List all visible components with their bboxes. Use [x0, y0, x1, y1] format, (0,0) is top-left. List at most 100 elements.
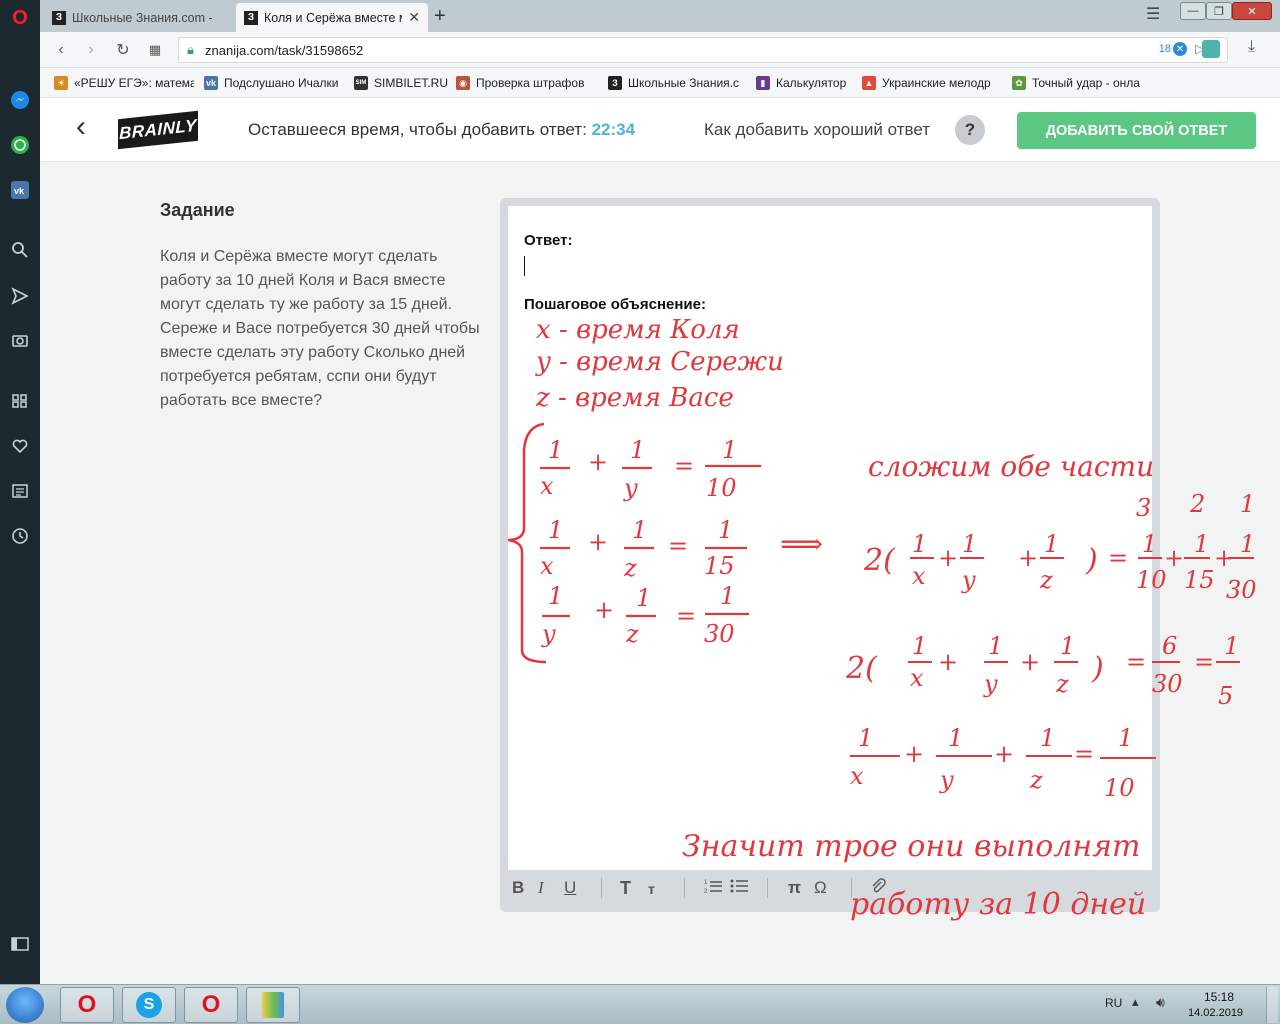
news-icon[interactable]: [10, 481, 30, 501]
svg-text:15: 15: [1184, 566, 1215, 594]
clock-date[interactable]: 14.02.2019: [1188, 1007, 1243, 1019]
svg-text:1: 1: [1240, 530, 1255, 558]
pi-button[interactable]: π: [788, 878, 801, 898]
time-remaining: Оставшееся время, чтобы добавить ответ: …: [248, 120, 636, 139]
address-bar[interactable]: 🔒︎ znanija.com/task/31598652 18 ✕ ▷ ♡: [178, 37, 1228, 63]
speed-dial-icon[interactable]: [10, 391, 30, 411]
omega-button[interactable]: Ω: [814, 878, 827, 898]
history-icon[interactable]: [10, 526, 30, 546]
bookmarks-bar: ☀ «РЕШУ ЕГЭ»: матема vk Подслушано Ичалки …: [40, 68, 1280, 98]
download-icon[interactable]: ⤓: [1248, 38, 1255, 56]
taskbar-opera-2[interactable]: O: [184, 987, 238, 1023]
tray-arrow-icon[interactable]: ▴: [1132, 994, 1139, 1010]
search-icon[interactable]: [10, 240, 30, 260]
opera-sidebar: O vk: [0, 0, 40, 984]
tab-title: Школьные Знания.com -: [72, 10, 212, 25]
answer-label: Ответ:: [524, 232, 573, 249]
tab-menu-icon[interactable]: ☰: [1146, 4, 1160, 24]
heart-icon[interactable]: [10, 436, 30, 456]
bookmark-item[interactable]: ✿ Точный удар - онла: [1012, 74, 1156, 92]
bookmark-item[interactable]: ☀ «РЕШУ ЕГЭ»: матема: [54, 74, 194, 92]
bookmark-item[interactable]: З Школьные Знания.c: [608, 74, 744, 92]
taskbar-paint[interactable]: [246, 987, 300, 1023]
svg-text:6: 6: [1162, 632, 1177, 660]
clock-time[interactable]: 15:18: [1204, 990, 1234, 1004]
tab-title: Коля и Серёжа вместе мо: [264, 10, 403, 25]
bullet-list-icon[interactable]: [730, 878, 748, 899]
toolbar-divider: [767, 878, 768, 898]
answer-editor: Ответ: Пошаговое объяснение: B I U T т 1…: [500, 198, 1160, 912]
ordered-list-icon[interactable]: 12: [704, 878, 722, 899]
minimize-button[interactable]: —: [1180, 2, 1206, 20]
add-answer-button[interactable]: ДОБАВИТЬ СВОЙ ОТВЕТ: [1017, 112, 1256, 149]
tab-znanija[interactable]: З Школьные Знания.com -: [44, 3, 234, 32]
help-icon[interactable]: ?: [955, 115, 985, 145]
italic-button[interactable]: I: [538, 878, 544, 898]
calculator-icon: ▮: [756, 76, 770, 90]
back-icon[interactable]: ‹: [50, 40, 72, 60]
tab-strip: З Школьные Знания.com - З Коля и Серёжа …: [40, 0, 1280, 32]
svg-text:1: 1: [1224, 632, 1239, 660]
text-big-button[interactable]: T: [620, 878, 631, 899]
toolbar-divider: [684, 878, 685, 898]
attachment-icon[interactable]: [870, 878, 886, 899]
brainly-logo[interactable]: BRAINLY: [118, 110, 198, 150]
taskbar-opera[interactable]: O: [60, 987, 114, 1023]
camera-icon[interactable]: [10, 330, 30, 350]
tabs-grid-icon[interactable]: ▦: [144, 40, 166, 60]
timer-value: 22:34: [591, 120, 636, 139]
show-desktop-button[interactable]: [1266, 987, 1278, 1023]
new-tab-icon[interactable]: +: [434, 5, 446, 28]
bold-button[interactable]: B: [512, 878, 524, 898]
paint-icon: [262, 992, 284, 1018]
opera-logo-icon[interactable]: O: [10, 8, 30, 28]
sidebar-toggle-icon[interactable]: [10, 934, 30, 954]
svg-text:2: 2: [1189, 490, 1205, 518]
taskbar-skype[interactable]: S: [122, 987, 176, 1023]
language-indicator[interactable]: RU: [1105, 996, 1122, 1010]
vpn-icon[interactable]: [1202, 40, 1220, 58]
svg-text:+: +: [1164, 544, 1184, 572]
back-chevron-icon[interactable]: ‹: [76, 112, 86, 142]
close-tab-icon[interactable]: ✕: [408, 9, 420, 26]
adblock-icon[interactable]: ✕: [1173, 42, 1187, 56]
lock-icon: 🔒︎: [187, 42, 194, 57]
znanija-favicon-icon: З: [244, 10, 258, 25]
editor-content[interactable]: Ответ: Пошаговое объяснение:: [508, 206, 1152, 870]
start-button[interactable]: [6, 987, 44, 1023]
close-window-button[interactable]: ✕: [1232, 2, 1272, 20]
bookmark-item[interactable]: ▲ Украинские мелодр: [862, 74, 1002, 92]
triangle-icon: ▲: [862, 76, 876, 90]
vk-icon: vk: [204, 76, 218, 90]
task-text: Коля и Серёжа вместе могут сделать работ…: [160, 248, 480, 409]
text-small-button[interactable]: т: [648, 881, 655, 897]
messenger-icon[interactable]: [10, 90, 30, 110]
bookmark-item[interactable]: ◉ Проверка штрафов: [456, 74, 596, 92]
forward-icon[interactable]: ›: [80, 40, 102, 60]
svg-text:1: 1: [1240, 490, 1255, 518]
underline-button[interactable]: U: [564, 878, 576, 898]
whatsapp-icon[interactable]: [10, 135, 30, 155]
sim-icon: SIM: [354, 76, 368, 90]
navigation-bar: ‹ › ↻ ▦ 🔒︎ znanija.com/task/31598652 18 …: [40, 32, 1280, 68]
adblock-count[interactable]: 18: [1159, 43, 1171, 55]
toolbar-divider: [601, 878, 602, 898]
bookmark-item[interactable]: SIM SIMBILET.RU: [354, 74, 448, 92]
svg-text:5: 5: [1218, 682, 1233, 710]
znanija-favicon-icon: З: [52, 10, 66, 25]
tab-task-active[interactable]: З Коля и Серёжа вместе мо ✕: [236, 3, 428, 32]
vk-icon[interactable]: vk: [10, 180, 30, 200]
bookmark-item[interactable]: vk Подслушано Ичалки: [204, 74, 344, 92]
volume-icon[interactable]: 🔊︎: [1156, 994, 1165, 1011]
bookmark-item[interactable]: ▮ Калькулятор: [756, 74, 856, 92]
reload-icon[interactable]: ↻: [112, 40, 134, 60]
svg-text:=: =: [1194, 648, 1214, 676]
svg-text:+: +: [1214, 544, 1234, 572]
brainly-header: ‹ BRAINLY Оставшееся время, чтобы добави…: [40, 98, 1280, 162]
maximize-button[interactable]: ❐: [1206, 2, 1232, 20]
svg-text:2: 2: [704, 889, 708, 894]
how-to-answer-link[interactable]: Как добавить хороший ответ: [704, 120, 930, 140]
sun-icon: ☀: [54, 76, 68, 90]
emblem-icon: ◉: [456, 76, 470, 90]
send-icon[interactable]: [10, 286, 30, 306]
